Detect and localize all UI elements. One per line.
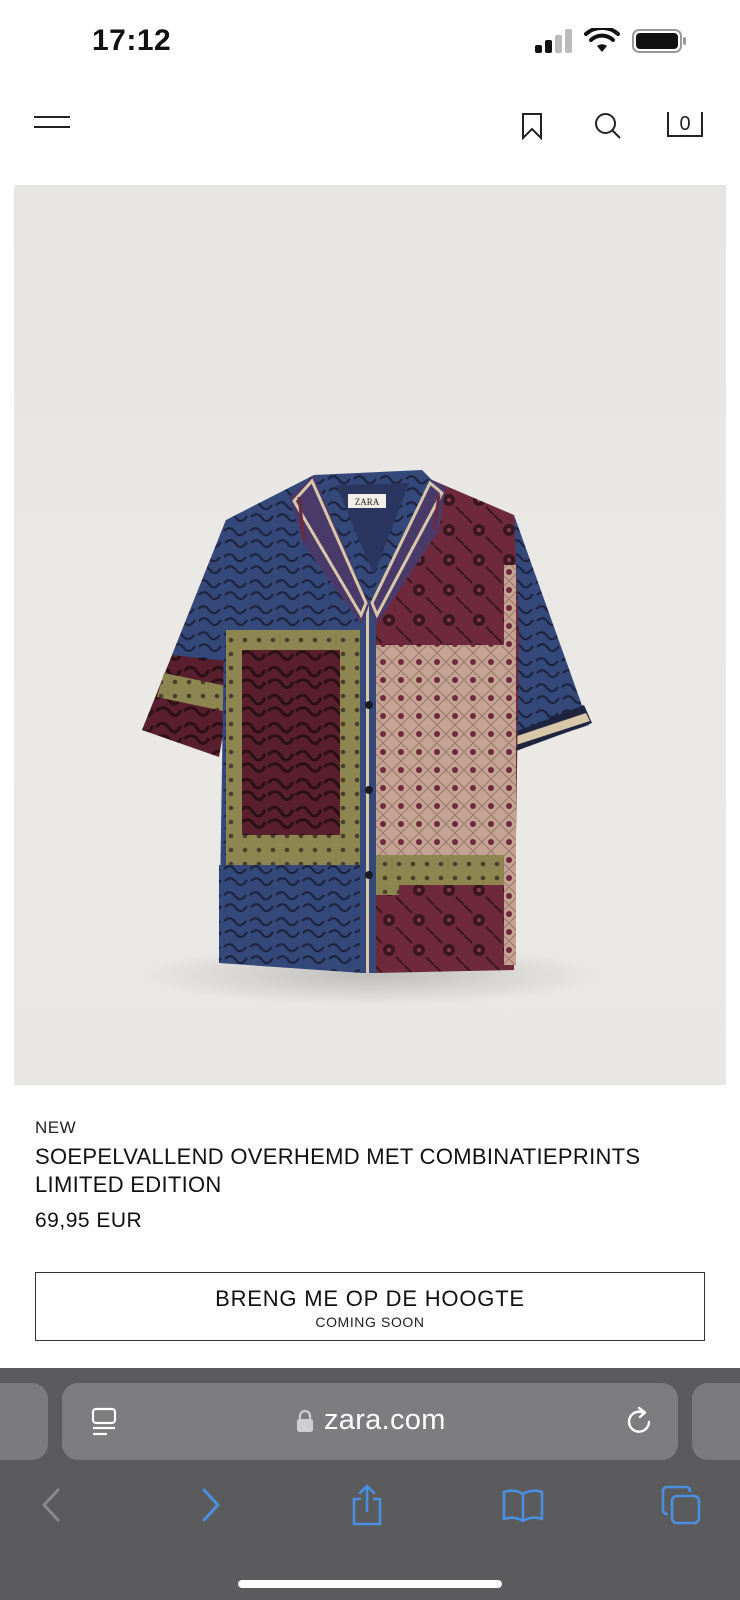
product-title: SOEPELVALLEND OVERHEMD MET COMBINATIEPRI… <box>35 1144 641 1197</box>
browser-chrome: zara.com <box>0 1368 740 1600</box>
previous-tab-preview[interactable] <box>0 1383 48 1460</box>
bag-count: 0 <box>679 112 691 135</box>
book-icon[interactable] <box>498 1480 548 1530</box>
browser-toolbar <box>0 1480 740 1540</box>
reload-icon[interactable] <box>624 1405 656 1442</box>
battery-icon <box>632 28 688 59</box>
notify-me-button[interactable]: BRENG ME OP DE HOOGTE COMING SOON <box>35 1272 705 1341</box>
url-text[interactable]: zara.com <box>324 1404 446 1437</box>
product-price: 69,95 EUR <box>35 1209 143 1232</box>
bookmark-icon[interactable] <box>514 108 550 144</box>
notify-button-label: BRENG ME OP DE HOOGTE <box>215 1286 525 1311</box>
product-image[interactable]: ZARA <box>14 185 726 1085</box>
reader-icon[interactable] <box>90 1407 118 1442</box>
status-bar: 17:12 <box>0 0 740 88</box>
lock-icon <box>296 1409 314 1438</box>
wifi-icon <box>584 25 620 59</box>
forward-icon[interactable] <box>186 1480 236 1530</box>
address-bar[interactable]: zara.com <box>62 1383 678 1460</box>
new-badge: NEW <box>35 1118 77 1137</box>
status-time: 17:12 <box>92 24 172 57</box>
shirt-label-text: ZARA <box>355 497 380 507</box>
shopping-bag-icon[interactable]: 0 <box>666 108 704 144</box>
back-icon[interactable] <box>26 1480 76 1530</box>
shirt-illustration: ZARA <box>140 470 600 1005</box>
tabs-icon[interactable] <box>656 1480 706 1530</box>
next-tab-preview[interactable] <box>692 1383 740 1460</box>
cellular-signal-icon <box>534 28 572 59</box>
status-icons <box>534 25 688 59</box>
site-header: 0 <box>0 88 740 184</box>
home-indicator[interactable] <box>238 1580 502 1588</box>
menu-icon[interactable] <box>34 114 72 138</box>
share-icon[interactable] <box>342 1480 392 1530</box>
coming-soon-label: COMING SOON <box>315 1314 425 1330</box>
search-icon[interactable] <box>590 108 626 144</box>
